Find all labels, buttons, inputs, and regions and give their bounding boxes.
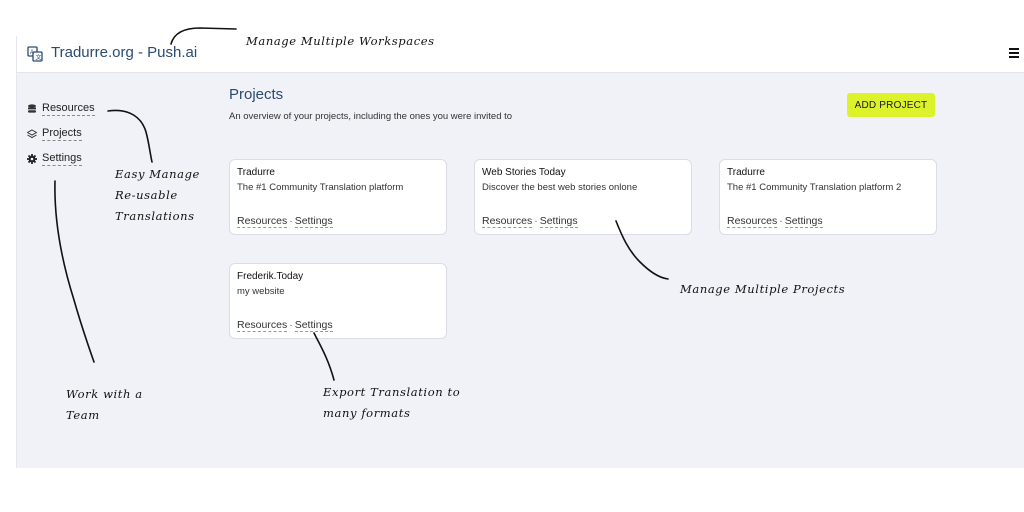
project-resources-link[interactable]: Resources [727,215,778,228]
project-links: Resources · Settings [482,215,578,228]
brand-title[interactable]: Tradurre.org - Push.ai [51,44,197,61]
project-resources-link[interactable]: Resources [482,215,533,228]
annotation-line: Work with a [66,387,143,401]
sidebar-item-label: Projects [42,127,82,141]
project-settings-link[interactable]: Settings [784,215,823,228]
app-window: A 文 Tradurre.org - Push.ai Resources Pro… [16,36,1024,468]
add-project-button[interactable]: ADD PROJECT [847,93,935,117]
annotation-line: Team [66,408,100,422]
sidebar-item-resources[interactable]: Resources [27,102,95,116]
layers-icon [27,129,37,139]
separator-dot: · [779,215,783,227]
project-links: Resources · Settings [727,215,823,228]
project-description: The #1 Community Translation platform [237,182,404,193]
database-icon [28,104,36,113]
project-resources-link[interactable]: Resources [237,215,288,228]
project-title[interactable]: Tradurre [727,167,765,178]
annotation-line: many formats [323,406,411,420]
project-links: Resources · Settings [237,215,333,228]
translate-logo-icon: A 文 [27,46,43,62]
annotation-line: Easy Manage [115,167,200,181]
page-title: Projects [229,86,284,103]
annotation-team: Work with a Team [66,384,143,426]
page-subtitle: An overview of your projects, including … [229,111,513,122]
separator-dot: · [289,319,293,331]
sidebar-item-settings[interactable]: Settings [27,152,82,166]
project-settings-link[interactable]: Settings [294,319,333,332]
annotation-line: Re-usable [115,188,178,202]
gear-icon [27,154,37,164]
project-title[interactable]: Web Stories Today [482,167,566,178]
svg-text:A: A [30,50,34,56]
project-description: my website [237,286,285,297]
sidebar-item-label: Settings [42,152,82,166]
project-settings-link[interactable]: Settings [294,215,333,228]
svg-text:文: 文 [36,54,42,62]
sidebar-item-projects[interactable]: Projects [27,127,82,141]
project-resources-link[interactable]: Resources [237,319,288,332]
annotation-line: Export Translation to [323,385,461,399]
project-title[interactable]: Frederik.Today [237,271,303,282]
project-links: Resources · Settings [237,319,333,332]
separator-dot: · [534,215,538,227]
annotation-workspaces: Manage Multiple Workspaces [246,34,435,48]
hamburger-menu-icon[interactable] [1009,48,1019,58]
annotation-line: Translations [115,209,195,223]
project-title[interactable]: Tradurre [237,167,275,178]
annotation-export: Export Translation to many formats [323,382,460,424]
project-description: Discover the best web stories onlone [482,182,638,193]
project-card[interactable]: Tradurre The #1 Community Translation pl… [229,159,447,235]
annotation-projects: Manage Multiple Projects [680,282,846,296]
sidebar-item-label: Resources [42,102,95,116]
project-settings-link[interactable]: Settings [539,215,578,228]
project-card[interactable]: Tradurre The #1 Community Translation pl… [719,159,937,235]
annotation-translations: Easy Manage Re-usable Translations [115,164,200,227]
separator-dot: · [289,215,293,227]
project-card[interactable]: Web Stories Today Discover the best web … [474,159,692,235]
top-bar: A 文 Tradurre.org - Push.ai [17,36,1024,73]
project-description: The #1 Community Translation platform 2 [727,182,902,193]
project-card[interactable]: Frederik.Today my website Resources · Sett… [229,263,447,339]
